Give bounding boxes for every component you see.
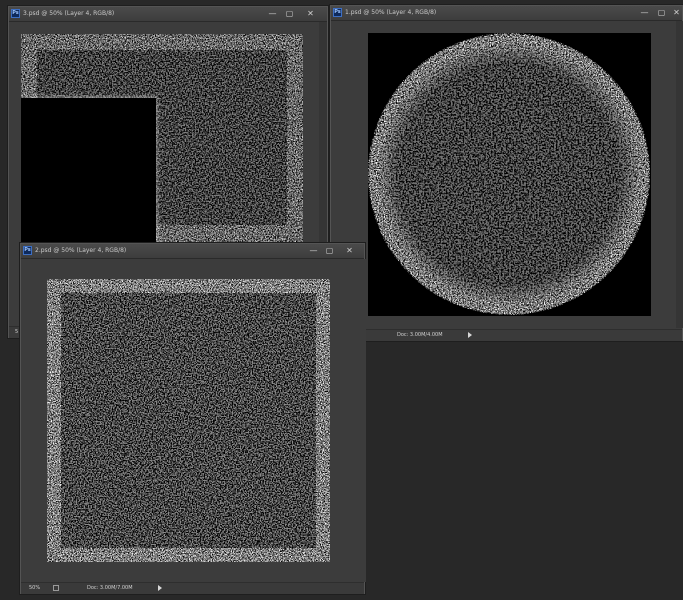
document-canvas[interactable] [47,279,330,562]
vertical-scrollbar[interactable] [676,21,683,328]
photoshop-icon: Ps [23,246,32,255]
document-window-1[interactable]: Ps 1.psd @ 50% (Layer 4, RGB/8) — ▢ ✕ Do… [330,5,683,341]
close-button[interactable]: ✕ [671,7,682,18]
canvas-area [331,21,683,328]
maximize-button[interactable]: ▢ [656,7,667,18]
close-button[interactable]: ✕ [344,245,355,256]
zoom-level[interactable]: 5 [15,327,18,337]
status-menu-arrow-icon[interactable] [158,585,162,591]
maximize-button[interactable]: ▢ [324,245,335,256]
document-window-2[interactable]: Ps 2.psd @ 50% (Layer 4, RGB/8) — ▢ ✕ 50… [20,243,366,594]
document-info: Doc: 3.00M/7.00M [87,585,133,591]
grunge-texture-square [47,279,330,562]
status-bar: Doc: 3.00M/4.00M [331,329,682,341]
window-titlebar[interactable]: Ps 2.psd @ 50% (Layer 4, RGB/8) — ▢ ✕ [21,244,364,259]
status-toggle-icon[interactable] [53,585,59,591]
zoom-level[interactable]: 50% [29,583,40,593]
minimize-button[interactable]: — [267,8,278,19]
maximize-button[interactable]: ▢ [284,8,295,19]
window-title: 3.psd @ 50% (Layer 4, RGB/8) [23,10,115,17]
window-title: 1.psd @ 50% (Layer 4, RGB/8) [345,9,437,16]
status-bar: 50% Doc: 3.00M/7.00M [21,582,364,594]
document-canvas[interactable] [368,33,651,316]
close-button[interactable]: ✕ [305,8,316,19]
photoshop-icon: Ps [11,9,20,18]
window-titlebar[interactable]: Ps 3.psd @ 50% (Layer 4, RGB/8) — ▢ ✕ [9,7,327,22]
minimize-button[interactable]: — [308,245,319,256]
window-titlebar[interactable]: Ps 1.psd @ 50% (Layer 4, RGB/8) — ▢ ✕ [331,6,682,21]
photoshop-icon: Ps [333,8,342,17]
grunge-texture-circle [368,33,651,316]
canvas-area [21,259,366,582]
window-title: 2.psd @ 50% (Layer 4, RGB/8) [35,247,127,254]
status-menu-arrow-icon[interactable] [468,332,472,338]
document-info: Doc: 3.00M/4.00M [397,332,443,338]
minimize-button[interactable]: — [639,7,650,18]
